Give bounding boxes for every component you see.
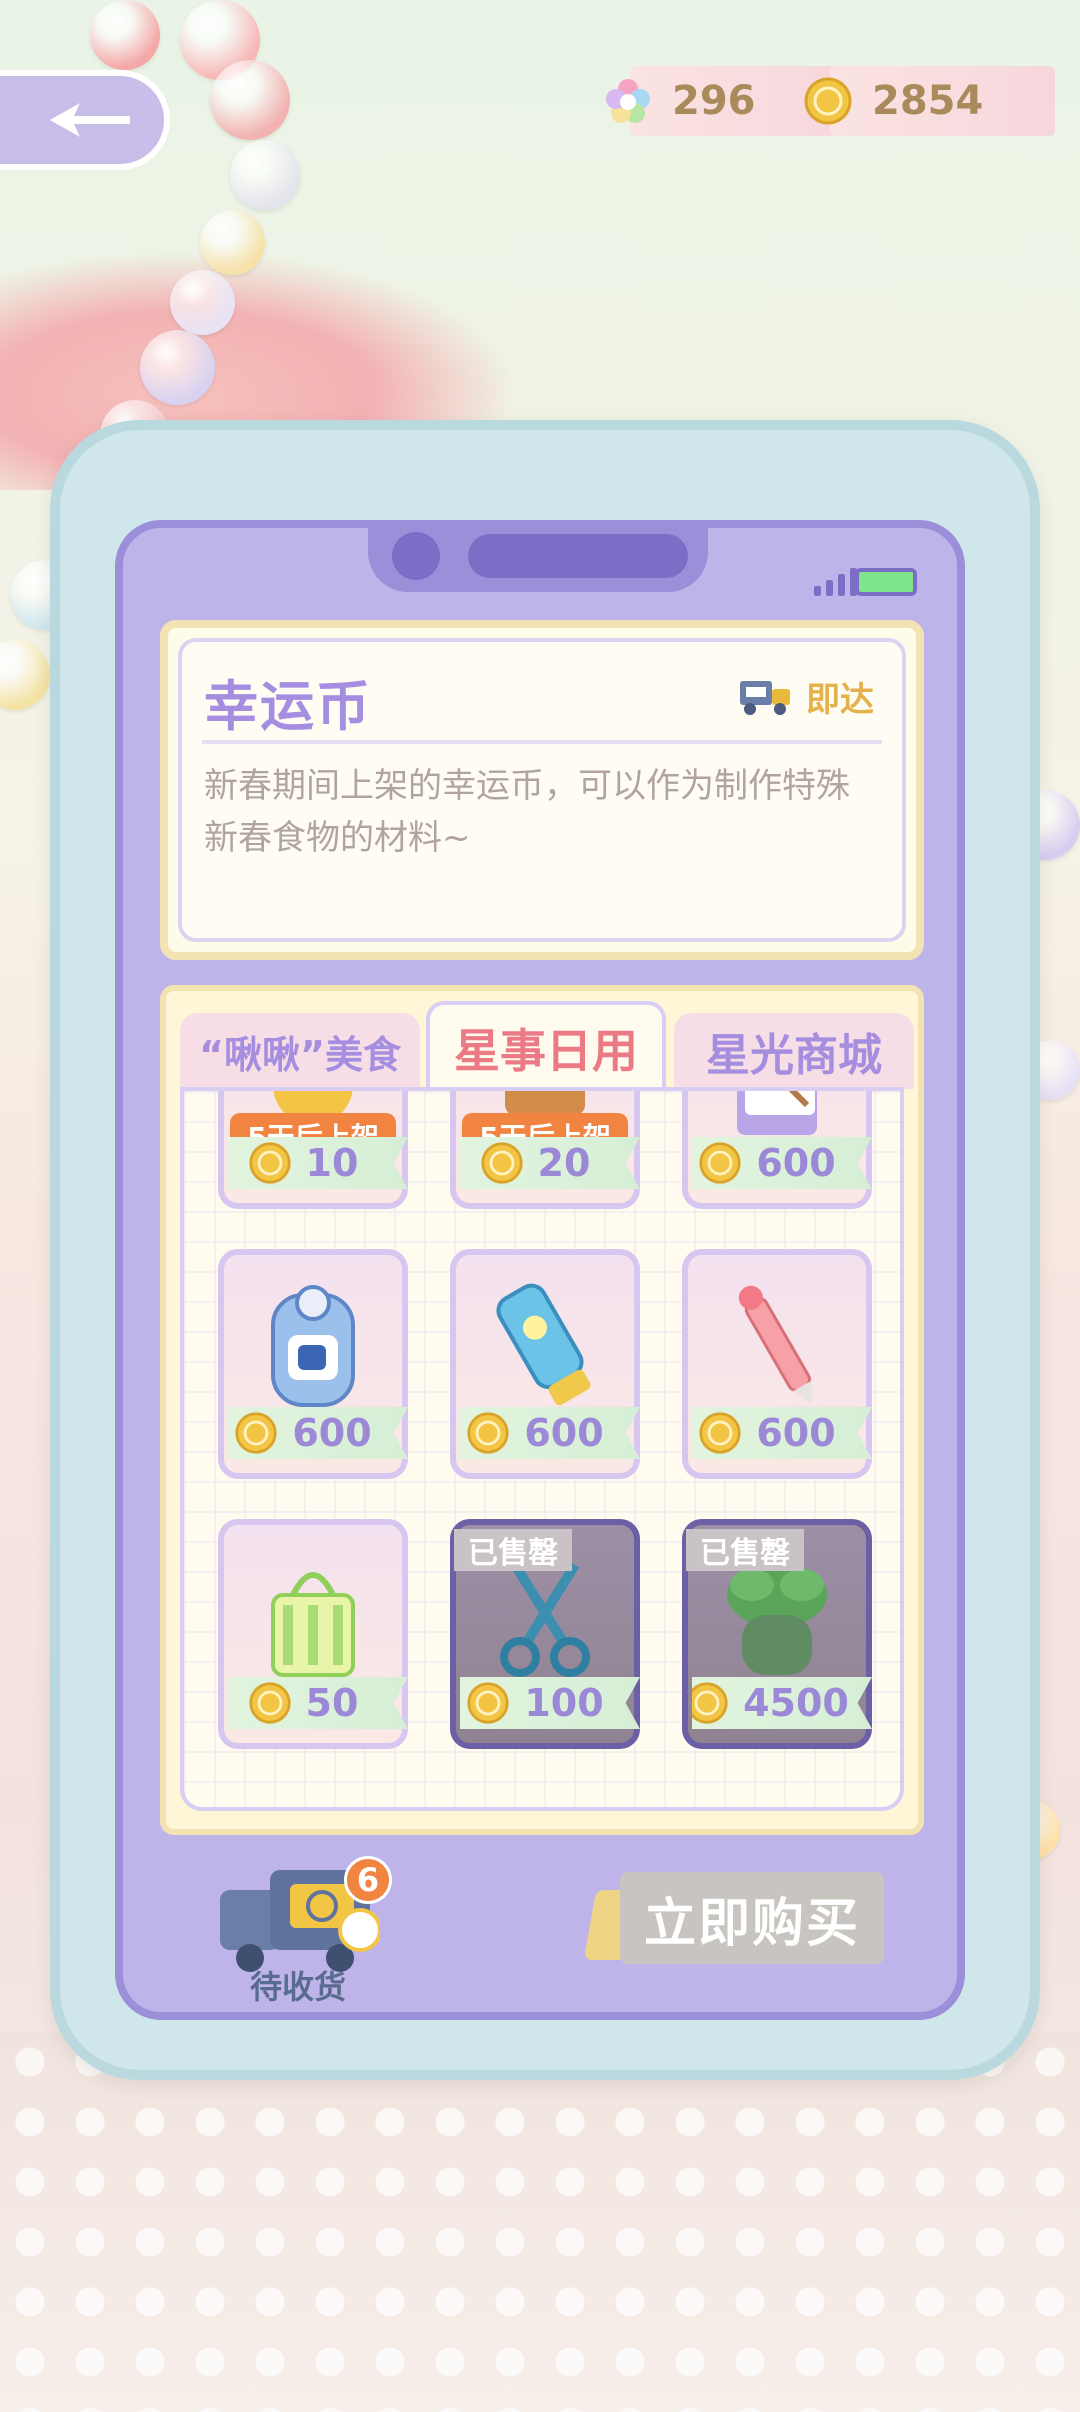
price-value: 50 xyxy=(305,1681,359,1725)
battery-icon xyxy=(855,568,917,596)
delivery-label: 即达 xyxy=(806,680,874,720)
price-value: 100 xyxy=(524,1681,604,1725)
lace-background xyxy=(0,2032,1080,2412)
sold-out-tag: 已售罄 xyxy=(686,1529,804,1571)
coin-icon xyxy=(692,1682,728,1724)
shop-item[interactable]: 600 xyxy=(450,1249,640,1479)
shop-item[interactable]: 5天后上架 20 xyxy=(450,1091,640,1209)
item-grid: 5天后上架 10 5天后上架 20 600 xyxy=(180,1087,904,1811)
price-value: 10 xyxy=(305,1141,359,1185)
shop-item[interactable]: 600 xyxy=(682,1091,872,1209)
coin-icon xyxy=(467,1682,509,1724)
delivery-truck-icon xyxy=(740,680,790,715)
coin-count: 2854 xyxy=(872,78,984,124)
shopping-bag-icon xyxy=(244,1545,382,1685)
shop-tabs: “啾啾”美食 星光商城 星事日用 xyxy=(180,1001,914,1091)
bead-decoration xyxy=(230,140,300,210)
coin-icon xyxy=(699,1142,741,1184)
gem-count: 296 xyxy=(672,78,756,124)
price-value: 600 xyxy=(524,1411,604,1455)
bead-decoration xyxy=(170,270,235,335)
back-arrow-icon xyxy=(50,103,130,137)
price-tag: 600 xyxy=(692,1407,872,1459)
sunscreen-icon xyxy=(476,1275,614,1415)
pen-icon xyxy=(708,1275,846,1415)
coin-icon xyxy=(248,1682,291,1724)
item-description: 新春期间上架的幸运币，可以作为制作特殊新春食物的材料~ xyxy=(204,766,850,858)
price-tag: 100 xyxy=(460,1677,640,1729)
delivery-badge: 即达 xyxy=(738,672,874,721)
bead-decoration xyxy=(200,210,265,275)
price-tag: 20 xyxy=(460,1137,640,1189)
shop-item[interactable]: 5天后上架 10 xyxy=(218,1091,408,1209)
price-tag: 50 xyxy=(228,1677,408,1729)
price-value: 600 xyxy=(756,1141,836,1185)
coin-icon xyxy=(480,1142,523,1184)
price-tag: 600 xyxy=(228,1407,408,1459)
shop-item[interactable]: 600 xyxy=(682,1249,872,1479)
pending-count-badge: 6 xyxy=(344,1856,392,1904)
tab-daily-goods[interactable]: 星事日用 xyxy=(426,1001,666,1091)
shop-item[interactable]: 50 xyxy=(218,1519,408,1749)
shop-item-sold-out[interactable]: 已售罄 4500 xyxy=(682,1519,872,1749)
shop-item-sold-out[interactable]: 已售罄 100 xyxy=(450,1519,640,1749)
coin-icon xyxy=(804,77,852,125)
bead-decoration xyxy=(0,640,50,710)
shop-panel: “啾啾”美食 星光商城 星事日用 5天后上架 10 5天后上架 20 xyxy=(160,985,924,1835)
back-button[interactable] xyxy=(0,70,170,170)
speaker-icon xyxy=(468,534,688,578)
shop-item[interactable]: 600 xyxy=(218,1249,408,1479)
price-tag: 600 xyxy=(692,1137,872,1189)
price-tag: 10 xyxy=(228,1137,408,1189)
coin-balance[interactable]: 2854 xyxy=(804,66,1055,136)
tab-food[interactable]: “啾啾”美食 xyxy=(180,1013,420,1089)
price-value: 600 xyxy=(292,1411,372,1455)
sold-out-tag: 已售罄 xyxy=(454,1529,572,1571)
coin-icon xyxy=(248,1142,291,1184)
tab-star-mall[interactable]: 星光商城 xyxy=(674,1013,914,1089)
item-info-card: 幸运币 即达 新春期间上架的幸运币，可以作为制作特殊新春食物的材料~ xyxy=(160,620,924,960)
price-value: 20 xyxy=(537,1141,591,1185)
bead-decoration xyxy=(210,60,290,140)
phone-notch xyxy=(368,520,708,592)
coin-icon xyxy=(235,1412,277,1454)
item-title: 幸运币 xyxy=(204,675,372,738)
bead-decoration xyxy=(140,330,215,405)
title-divider xyxy=(202,740,882,744)
bead-decoration xyxy=(90,0,160,70)
coin-icon xyxy=(467,1412,509,1454)
backpack-icon xyxy=(244,1275,382,1415)
rainbow-gem-icon xyxy=(606,79,650,123)
price-value: 4500 xyxy=(743,1681,849,1725)
notebook-icon xyxy=(708,1091,846,1145)
camera-icon xyxy=(392,532,440,580)
price-value: 600 xyxy=(756,1411,836,1455)
price-tag: 4500 xyxy=(692,1677,872,1729)
pending-delivery-label: 待收货 xyxy=(250,1968,347,2006)
buy-now-button[interactable]: 立即购买 xyxy=(620,1872,884,1964)
signal-icon xyxy=(814,568,857,596)
price-tag: 600 xyxy=(460,1407,640,1459)
coin-icon xyxy=(699,1412,741,1454)
